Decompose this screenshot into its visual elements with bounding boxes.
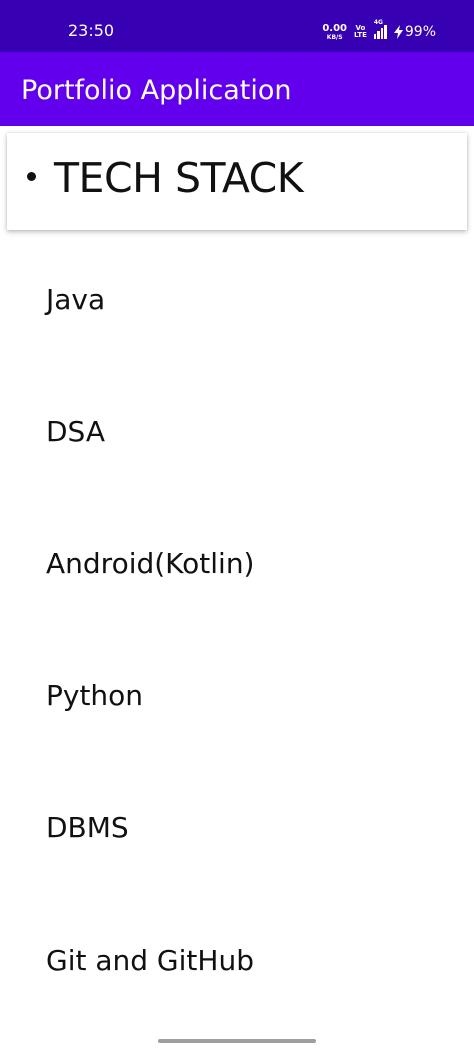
- network-speed: 0.00 KB/S: [322, 22, 348, 41]
- battery-percent: 99%: [404, 24, 436, 40]
- volte-indicator: Vo LTE: [354, 25, 367, 39]
- list-item: DBMS: [46, 811, 129, 844]
- list-item: Android(Kotlin): [46, 547, 255, 580]
- battery-status: 99%: [393, 24, 436, 40]
- signal-bar: [384, 25, 387, 39]
- list-item: Java: [46, 283, 106, 316]
- bolt-icon: [393, 25, 403, 39]
- network-type: 4G: [373, 19, 383, 26]
- signal-bar: [377, 31, 380, 39]
- bullet-icon: [27, 172, 36, 181]
- status-time: 23:50: [68, 21, 115, 40]
- status-icons: 0.00 KB/S Vo LTE 4G 99%: [322, 19, 436, 44]
- app-title: Portfolio Application: [21, 75, 292, 106]
- list-item: Python: [46, 679, 144, 712]
- signal-bar: [380, 28, 384, 39]
- network-speed-unit: KB/S: [326, 33, 343, 41]
- list-item: DSA: [46, 415, 106, 448]
- app-bar: Portfolio Application: [0, 52, 474, 126]
- home-indicator[interactable]: [158, 1039, 316, 1043]
- section-title: TECH STACK: [54, 154, 304, 202]
- section-header-card: TECH STACK: [7, 133, 467, 230]
- list-item: Git and GitHub: [46, 944, 254, 977]
- network-speed-value: 0.00: [322, 22, 348, 34]
- status-bar: 23:50 0.00 KB/S Vo LTE 4G 99%: [0, 0, 474, 52]
- volte-bottom: LTE: [354, 31, 367, 39]
- signal-bar: [373, 34, 377, 39]
- signal-icon: 4G: [373, 19, 387, 39]
